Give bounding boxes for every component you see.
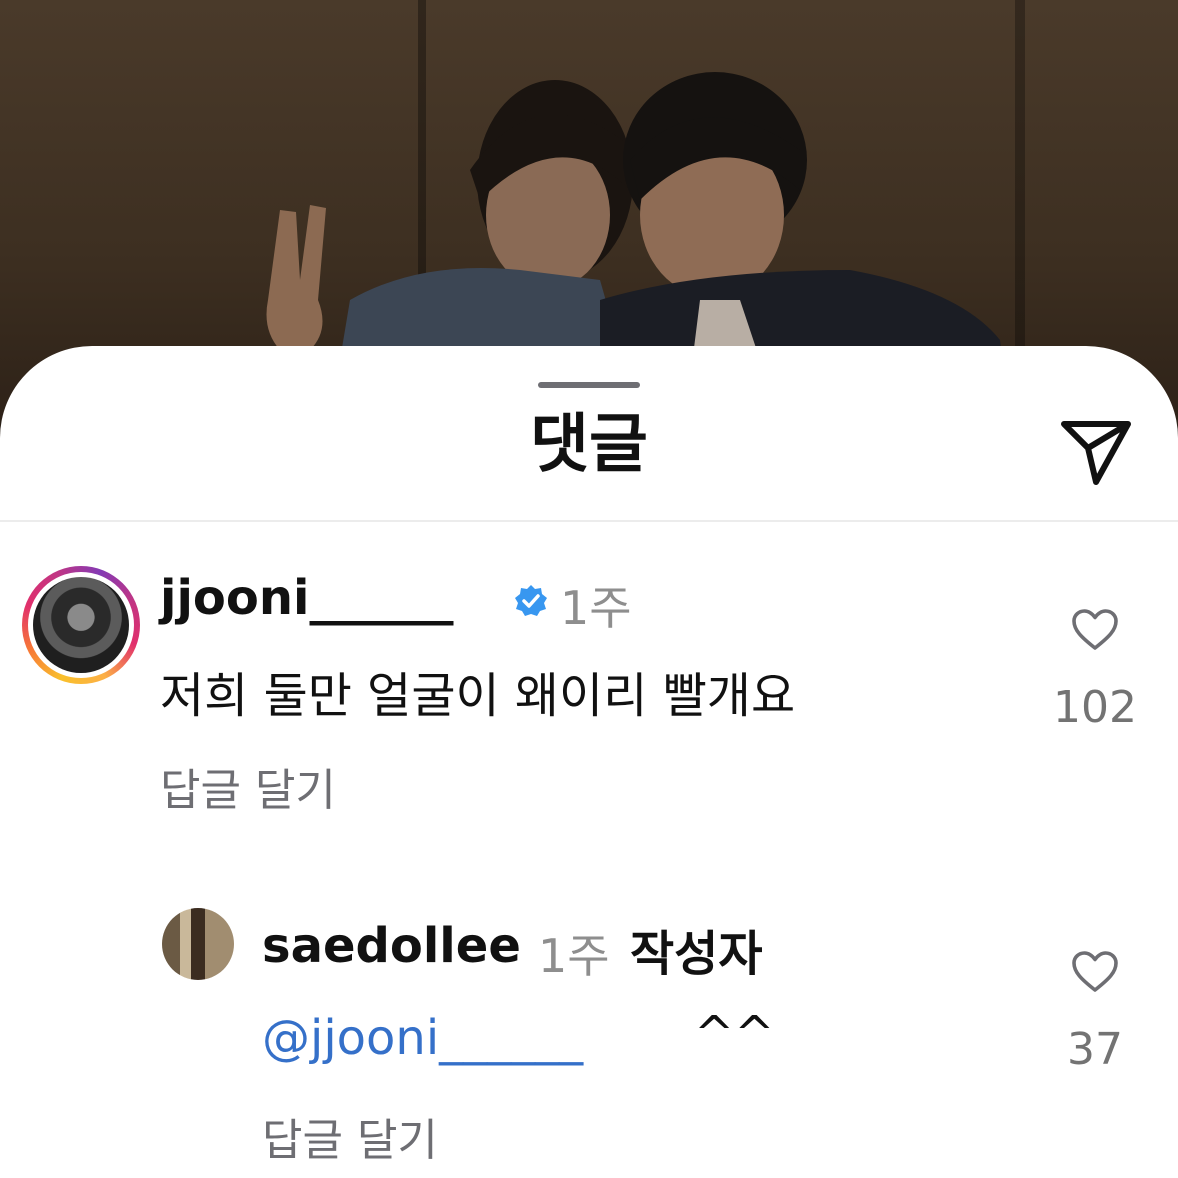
like-count: 37 [1067,1024,1123,1075]
comment-username[interactable]: saedollee [262,918,521,974]
reply-button[interactable]: 답글 달기 [160,754,336,818]
avatar-story-ring[interactable] [22,566,140,684]
comment-username[interactable]: jjooni______ [160,570,453,626]
comment-time: 1주 [560,581,632,635]
avatar[interactable] [162,908,234,980]
paper-plane-icon[interactable] [1058,418,1134,488]
heart-icon[interactable] [1071,950,1119,994]
sheet-drag-handle[interactable] [538,382,640,388]
sheet-title: 댓글 [530,408,648,482]
comment-time: 1주 [538,929,610,983]
like-count: 102 [1053,682,1137,733]
mention-link[interactable]: @jjooni______ [262,1010,583,1066]
author-badge: 작성자 [630,926,763,982]
reply-button[interactable]: 답글 달기 [262,1104,438,1168]
comment-text: ^^ [694,1006,775,1062]
heart-icon[interactable] [1071,608,1119,652]
avatar [33,577,129,673]
verified-badge-icon [515,585,547,616]
comment-text: 저희 둘만 얼굴이 왜이리 빨개요 [160,668,796,724]
header-divider [0,520,1178,522]
